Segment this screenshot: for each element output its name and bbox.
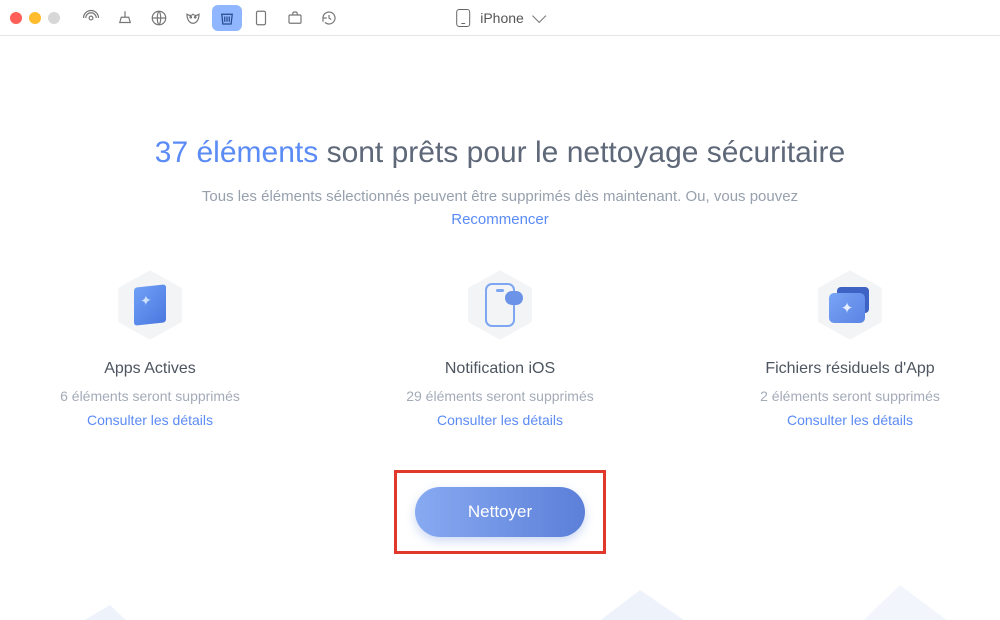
card-details-link[interactable]: Consulter les détails	[437, 412, 563, 428]
card-details-link[interactable]: Consulter les détails	[87, 412, 213, 428]
cards-row: Apps Actives 6 éléments seront supprimés…	[0, 268, 1000, 428]
background-mountains	[0, 550, 1000, 620]
brush-icon[interactable]	[110, 5, 140, 31]
card-title: Notification iOS	[445, 360, 555, 378]
mask-icon[interactable]	[178, 5, 208, 31]
device-label: iPhone	[480, 10, 524, 26]
subtitle: Tous les éléments sélectionnés peuvent ê…	[0, 188, 1000, 205]
fullscreen-window-button[interactable]	[48, 12, 60, 24]
headline-text: sont prêts pour le nettoyage sécuritaire	[327, 136, 846, 169]
briefcase-icon[interactable]	[280, 5, 310, 31]
minimize-window-button[interactable]	[29, 12, 41, 24]
titlebar: iPhone	[0, 0, 1000, 36]
notification-ios-icon	[463, 268, 537, 342]
tablet-icon[interactable]	[246, 5, 276, 31]
card-sub: 2 éléments seront supprimés	[760, 388, 940, 404]
restart-link[interactable]: Recommencer	[0, 211, 1000, 228]
phone-icon	[456, 9, 470, 27]
card-sub: 29 éléments seront supprimés	[406, 388, 594, 404]
main-content: 37 éléments sont prêts pour le nettoyage…	[0, 136, 1000, 620]
close-window-button[interactable]	[10, 12, 22, 24]
clean-button[interactable]: Nettoyer	[415, 487, 585, 537]
card-apps-actives: Apps Actives 6 éléments seront supprimés…	[45, 268, 255, 428]
card-residual-files: ✦ Fichiers résiduels d'App 2 éléments se…	[745, 268, 955, 428]
toolbar	[76, 5, 344, 31]
globe-icon[interactable]	[144, 5, 174, 31]
wifi-icon[interactable]	[76, 5, 106, 31]
chevron-down-icon	[532, 8, 546, 22]
headline-count: 37 éléments	[155, 136, 318, 169]
device-picker[interactable]: iPhone	[456, 9, 544, 27]
card-title: Fichiers résiduels d'App	[765, 360, 934, 378]
headline: 37 éléments sont prêts pour le nettoyage…	[0, 136, 1000, 170]
window-controls	[10, 12, 60, 24]
card-title: Apps Actives	[104, 360, 196, 378]
apps-actives-icon	[113, 268, 187, 342]
card-notification-ios: Notification iOS 29 éléments seront supp…	[395, 268, 605, 428]
card-sub: 6 éléments seront supprimés	[60, 388, 240, 404]
card-details-link[interactable]: Consulter les détails	[787, 412, 913, 428]
clean-button-highlight: Nettoyer	[394, 470, 606, 554]
history-icon[interactable]	[314, 5, 344, 31]
trash-icon[interactable]	[212, 5, 242, 31]
residual-files-icon: ✦	[813, 268, 887, 342]
